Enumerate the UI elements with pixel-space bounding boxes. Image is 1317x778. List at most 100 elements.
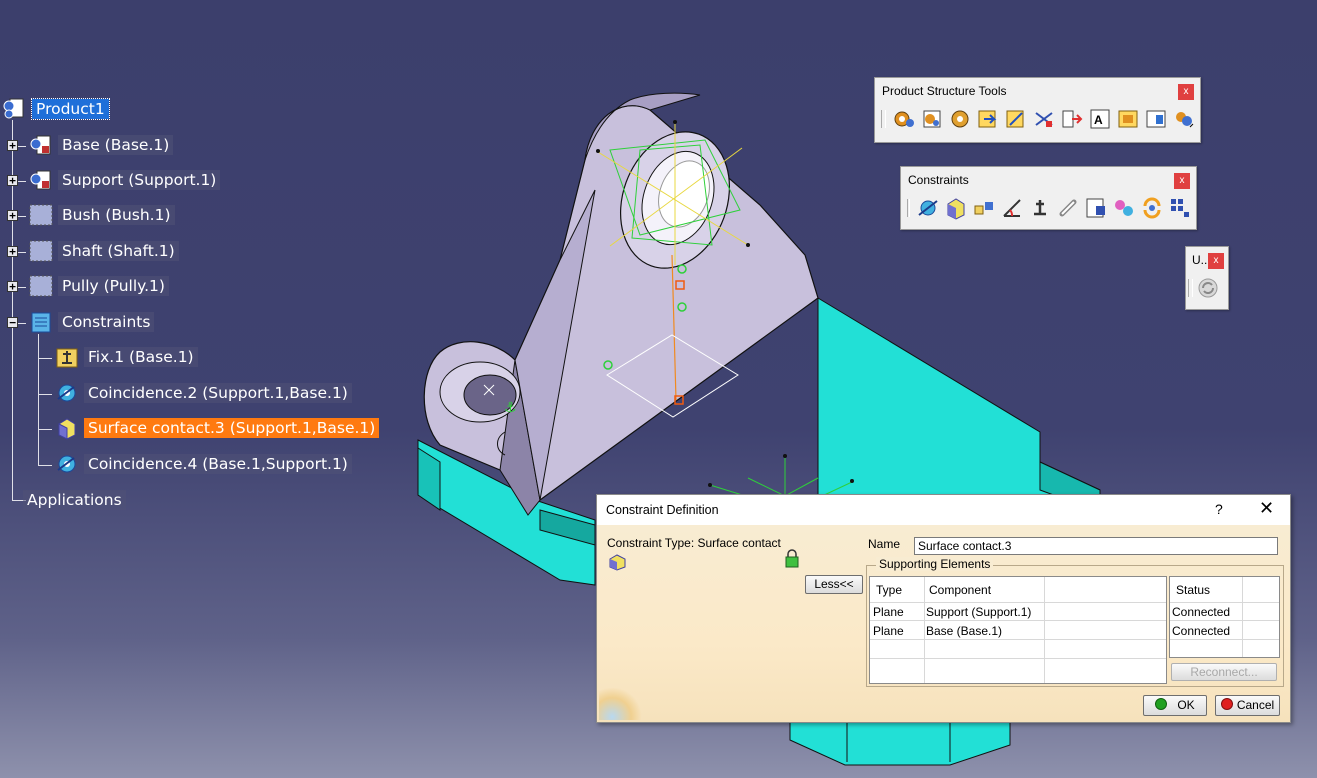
tree-item-bush[interactable]: Bush (Bush.1) — [28, 203, 175, 227]
support-part[interactable] — [423, 92, 819, 516]
toolbar-grip[interactable] — [907, 199, 910, 217]
expand-support-button[interactable]: + — [7, 175, 18, 186]
update-toolbar[interactable]: U.. x — [1185, 246, 1229, 310]
cancel-button[interactable]: Cancel — [1215, 695, 1280, 716]
close-button[interactable]: ✕ — [1259, 498, 1274, 519]
fix-component-icon[interactable] — [1028, 196, 1052, 220]
collapse-constraints-button[interactable]: − — [7, 317, 18, 328]
close-icon[interactable]: x — [1174, 173, 1190, 189]
change-constraint-icon[interactable] — [1140, 196, 1164, 220]
generate-numbering-icon[interactable]: A — [1088, 107, 1112, 131]
expand-base-button[interactable]: + — [7, 140, 18, 151]
tree-item-support[interactable]: Support (Support.1) — [28, 168, 221, 192]
less-button[interactable]: Less<< — [805, 575, 863, 594]
reuse-pattern-icon[interactable] — [1168, 196, 1192, 220]
tree-item-label: Bush (Bush.1) — [58, 205, 175, 225]
tree-item-constraints[interactable]: Constraints — [28, 310, 155, 334]
tree-item-pully[interactable]: Pully (Pully.1) — [28, 274, 169, 298]
cancel-label: Cancel — [1236, 698, 1275, 712]
offset-constraint-icon[interactable] — [972, 196, 996, 220]
constraints-toolbar[interactable]: Constraints x — [900, 166, 1197, 230]
part-icon — [28, 168, 54, 192]
tree-item-label: Support (Support.1) — [58, 170, 221, 190]
tree-root-product1[interactable]: Product1 — [2, 97, 110, 121]
row-component[interactable]: Base (Base.1) — [926, 624, 1002, 638]
row-status[interactable]: Connected — [1172, 605, 1230, 619]
supporting-elements-table[interactable]: Type Component Plane Support (Support.1)… — [869, 576, 1167, 684]
row-status[interactable]: Connected — [1172, 624, 1230, 638]
graph-tree-reordering-icon[interactable] — [1060, 107, 1084, 131]
coincidence-constraint-icon[interactable] — [916, 196, 940, 220]
expand-pully-button[interactable]: + — [7, 281, 18, 292]
help-button[interactable]: ? — [1215, 501, 1223, 517]
column-header-status[interactable]: Status — [1176, 583, 1210, 597]
constraint-type-label: Constraint Type: Surface contact — [607, 536, 781, 550]
dialog-title: Constraint Definition — [606, 503, 719, 517]
constraint-surface-contact-3[interactable]: Surface contact.3 (Support.1,Base.1) — [54, 416, 380, 440]
fix-anchor-icon — [54, 345, 80, 369]
row-type[interactable]: Plane — [873, 605, 904, 619]
product-icon — [2, 97, 28, 121]
close-icon[interactable]: x — [1208, 253, 1224, 269]
toolbar-grip[interactable] — [1188, 279, 1193, 297]
svg-text:A: A — [1094, 113, 1103, 127]
ok-icon — [1155, 698, 1168, 710]
constraint-definition-dialog[interactable]: Constraint Definition ? ✕ Constraint Typ… — [596, 494, 1291, 723]
manage-representations-icon[interactable] — [1144, 107, 1168, 131]
expand-shaft-button[interactable]: + — [7, 246, 18, 257]
coincidence-icon — [54, 452, 80, 476]
update-icon[interactable] — [1196, 276, 1220, 300]
ok-label: OK — [1177, 698, 1195, 712]
tree-item-shaft[interactable]: Shaft (Shaft.1) — [28, 239, 179, 263]
quick-constraint-icon[interactable] — [1084, 196, 1108, 220]
application-logo — [599, 688, 643, 720]
dialog-titlebar[interactable]: Constraint Definition ? ✕ — [597, 495, 1290, 525]
part-icon[interactable] — [948, 107, 972, 131]
constraint-coincidence-4[interactable]: Coincidence.4 (Base.1,Support.1) — [54, 452, 352, 476]
product-structure-tools-toolbar[interactable]: Product Structure Tools x A — [874, 77, 1201, 143]
cancel-icon — [1220, 698, 1233, 710]
close-icon[interactable]: x — [1178, 84, 1194, 100]
existing-component-icon[interactable] — [976, 107, 1000, 131]
existing-component-positioning-icon[interactable] — [1004, 107, 1028, 131]
tree-item-label: Base (Base.1) — [58, 135, 174, 155]
supporting-elements-label: Supporting Elements — [876, 557, 994, 571]
status-table[interactable]: Status Connected Connected — [1169, 576, 1280, 658]
reconnect-button[interactable]: Reconnect... — [1171, 663, 1277, 681]
component-pattern-icon — [28, 203, 54, 227]
tree-item-label: Shaft (Shaft.1) — [58, 241, 179, 261]
angle-constraint-icon[interactable] — [1000, 196, 1024, 220]
replace-component-icon[interactable] — [1032, 107, 1056, 131]
constraint-coincidence-2[interactable]: Coincidence.2 (Support.1,Base.1) — [54, 381, 352, 405]
lock-icon[interactable] — [785, 549, 799, 572]
tree-item-label: Constraints — [58, 312, 155, 332]
toolbar-title: Constraints — [908, 173, 969, 187]
expand-bush-button[interactable]: + — [7, 210, 18, 221]
tree-root-label: Product1 — [31, 98, 110, 120]
constraint-label: Surface contact.3 (Support.1,Base.1) — [84, 418, 380, 438]
constraint-label: Fix.1 (Base.1) — [84, 347, 198, 367]
flexible-rigid-icon[interactable] — [1112, 196, 1136, 220]
constraints-set-icon — [28, 310, 54, 334]
component-pattern-icon — [28, 239, 54, 263]
multi-instantiation-icon[interactable] — [1172, 107, 1196, 131]
coincidence-icon — [54, 381, 80, 405]
fix-together-icon[interactable] — [1056, 196, 1080, 220]
selective-load-icon[interactable] — [1116, 107, 1140, 131]
constraint-fix-1[interactable]: Fix.1 (Base.1) — [54, 345, 198, 369]
toolbar-grip[interactable] — [881, 110, 886, 128]
specification-tree: Product1 + Base (Base.1) + Support (Supp… — [0, 0, 420, 520]
column-header-component[interactable]: Component — [929, 583, 991, 597]
row-type[interactable]: Plane — [873, 624, 904, 638]
tree-item-base[interactable]: Base (Base.1) — [28, 133, 174, 157]
ok-button[interactable]: OK — [1143, 695, 1207, 716]
column-header-type[interactable]: Type — [876, 583, 902, 597]
name-field[interactable] — [914, 537, 1278, 555]
constraint-label: Coincidence.2 (Support.1,Base.1) — [84, 383, 352, 403]
product-icon[interactable] — [920, 107, 944, 131]
row-component[interactable]: Support (Support.1) — [926, 605, 1031, 619]
svg-text:⚓: ⚓ — [504, 400, 517, 416]
contact-constraint-icon[interactable] — [944, 196, 968, 220]
tree-item-applications[interactable]: Applications — [23, 488, 126, 512]
component-icon[interactable] — [892, 107, 916, 131]
